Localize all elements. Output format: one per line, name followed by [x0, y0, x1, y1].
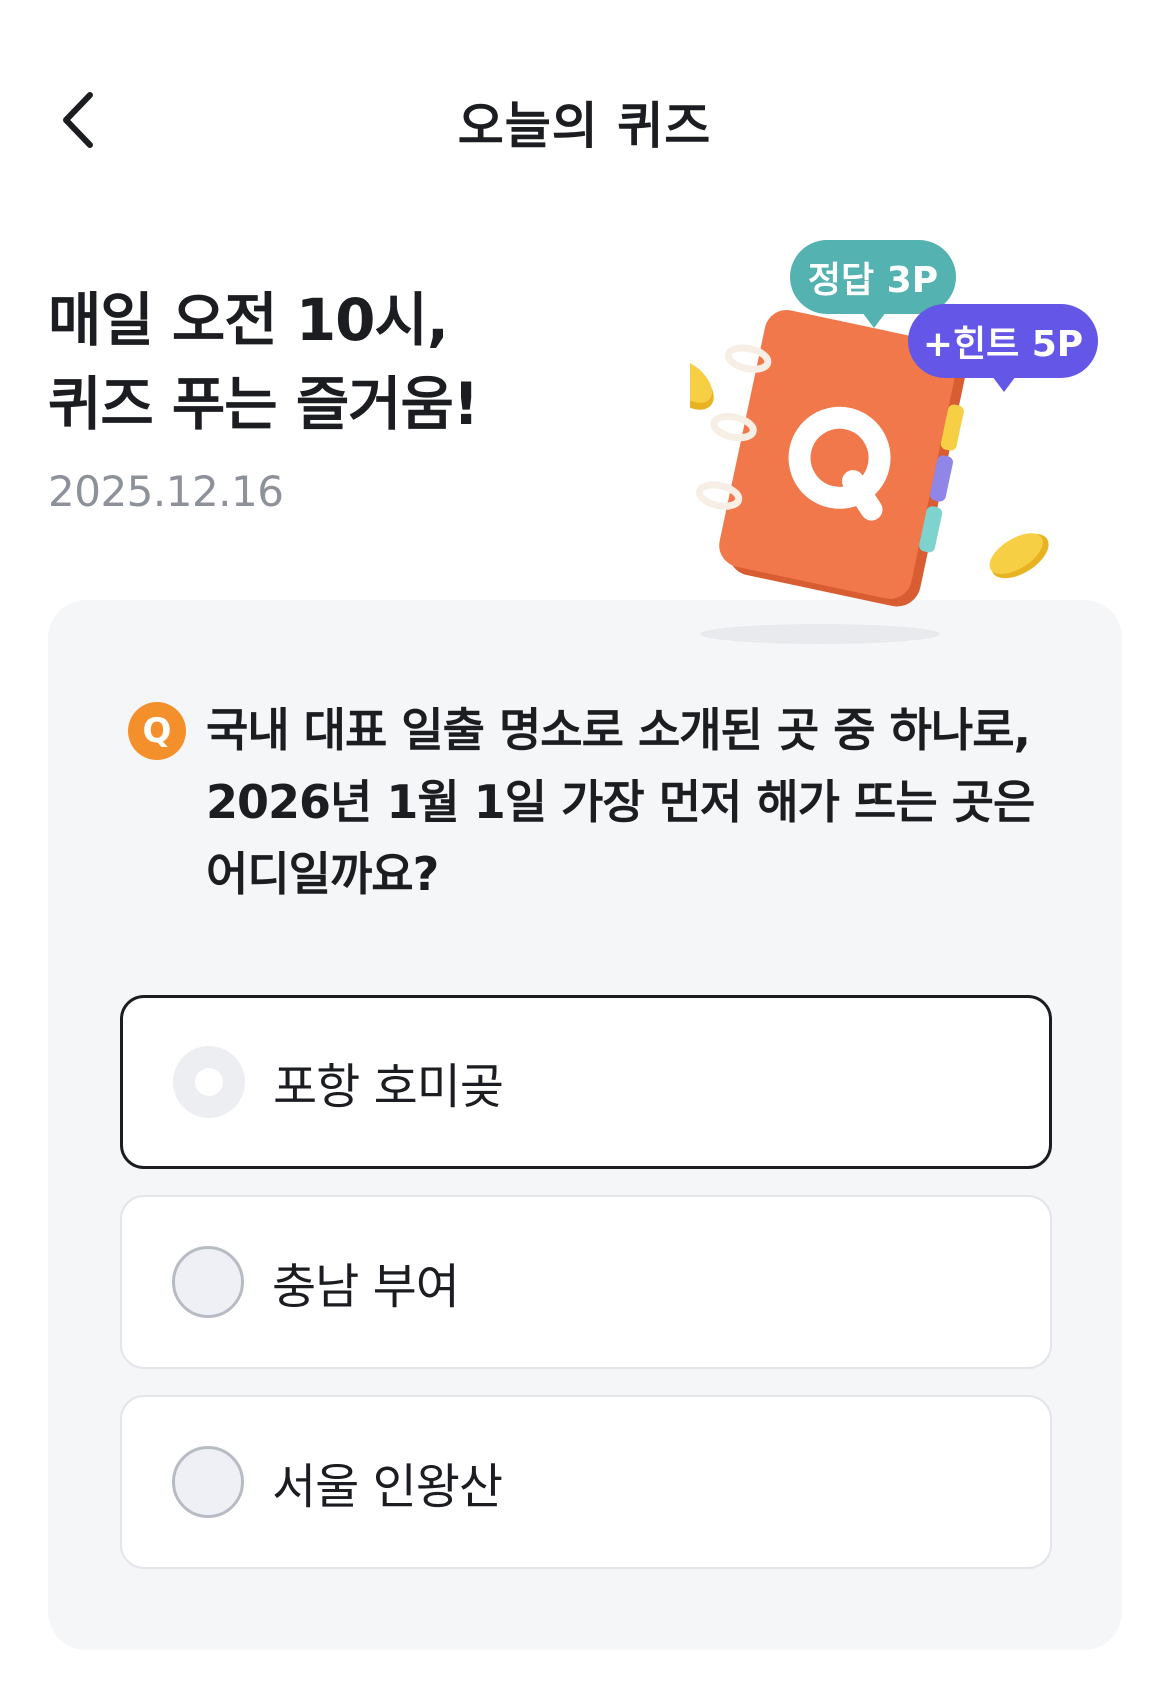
answer-option-3[interactable]: 서울 인왕산	[120, 1395, 1052, 1569]
notebook-shadow	[700, 624, 940, 644]
hero-heading-line1: 매일 오전 10시,	[48, 286, 449, 354]
coin-right-icon	[989, 533, 1049, 579]
hero-heading-line2: 퀴즈 푸는 즐거움!	[48, 370, 479, 438]
question-text: 국내 대표 일출 명소로 소개된 곳 중 하나로, 2026년 1월 1일 가장…	[206, 703, 1035, 901]
answer-points-badge: 정답 3P	[790, 240, 956, 328]
answer-option-label: 충남 부여	[272, 1259, 460, 1315]
radio-button[interactable]	[172, 1446, 244, 1518]
page-title: 오늘의 퀴즈	[457, 97, 712, 155]
quiz-date: 2025.12.16	[48, 467, 284, 516]
radio-button[interactable]	[173, 1046, 245, 1118]
radio-button[interactable]	[172, 1246, 244, 1318]
hero-heading: 매일 오전 10시, 퀴즈 푸는 즐거움!	[48, 278, 479, 446]
answer-option-2[interactable]: 충남 부여	[120, 1195, 1052, 1369]
answer-option-label: 서울 인왕산	[272, 1459, 503, 1515]
question-badge-icon: Q	[128, 702, 186, 760]
answer-option-label: 포항 호미곶	[273, 1059, 504, 1115]
quiz-illustration: 정답 3P +힌트 5P	[690, 236, 1110, 656]
answer-option-1[interactable]: 포항 호미곶	[120, 995, 1052, 1169]
coin-left-icon	[690, 359, 714, 410]
hint-points-badge: +힌트 5P	[908, 304, 1098, 392]
